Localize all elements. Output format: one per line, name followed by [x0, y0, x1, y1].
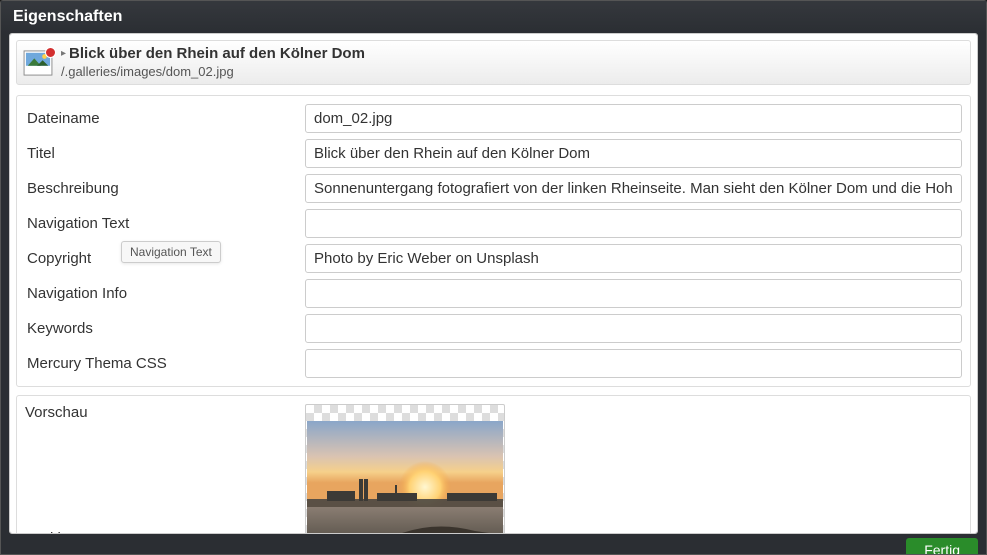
- properties-dialog: Eigenschaften ▸ Blick über den Rhein auf…: [0, 0, 987, 555]
- row-keywords: Keywords: [25, 314, 962, 343]
- preview-label: Vorschau: [25, 404, 305, 421]
- row-filename: Dateiname: [25, 104, 962, 133]
- dialog-footer: Fertig: [1, 534, 986, 554]
- status-dot-icon: [45, 47, 56, 58]
- input-themecss[interactable]: [305, 349, 962, 378]
- image-icon: [23, 50, 53, 76]
- file-title: Blick über den Rhein auf den Kölner Dom: [69, 45, 365, 64]
- file-header-texts: ▸ Blick über den Rhein auf den Kölner Do…: [61, 45, 365, 80]
- preview-image[interactable]: [305, 404, 505, 534]
- file-header: ▸ Blick über den Rhein auf den Kölner Do…: [16, 40, 971, 85]
- done-button[interactable]: Fertig: [906, 538, 978, 554]
- label-navtext: Navigation Text: [25, 215, 305, 232]
- file-path: /.galleries/images/dom_02.jpg: [61, 64, 365, 80]
- tooltip-navtext: Navigation Text: [121, 241, 221, 263]
- input-copyright[interactable]: [305, 244, 962, 273]
- row-themecss: Mercury Thema CSS: [25, 349, 962, 378]
- properties-form: Dateiname Titel Beschreibung Navigation …: [16, 95, 971, 387]
- row-navtext: Navigation Text Navigation Text: [25, 209, 962, 238]
- label-navinfo: Navigation Info: [25, 285, 305, 302]
- input-navinfo[interactable]: [305, 279, 962, 308]
- label-description: Beschreibung: [25, 180, 305, 197]
- dialog-titlebar[interactable]: Eigenschaften: [1, 1, 986, 33]
- label-keywords: Keywords: [25, 320, 305, 337]
- input-navtext[interactable]: [305, 209, 962, 238]
- row-navinfo: Navigation Info: [25, 279, 962, 308]
- row-title: Titel: [25, 139, 962, 168]
- preview-section: Vorschau 261kb 2000 x 1333: [16, 395, 971, 534]
- preview-thumbnail-icon: [307, 421, 503, 534]
- input-filename[interactable]: [305, 104, 962, 133]
- caret-right-icon: ▸: [61, 48, 66, 61]
- preview-left: Vorschau 261kb 2000 x 1333: [25, 404, 305, 534]
- input-title[interactable]: [305, 139, 962, 168]
- row-description: Beschreibung: [25, 174, 962, 203]
- input-description[interactable]: [305, 174, 962, 203]
- dialog-title: Eigenschaften: [13, 8, 122, 25]
- label-title: Titel: [25, 145, 305, 162]
- input-keywords[interactable]: [305, 314, 962, 343]
- label-filename: Dateiname: [25, 110, 305, 127]
- dialog-content: ▸ Blick über den Rhein auf den Kölner Do…: [9, 33, 978, 534]
- label-themecss: Mercury Thema CSS: [25, 355, 305, 372]
